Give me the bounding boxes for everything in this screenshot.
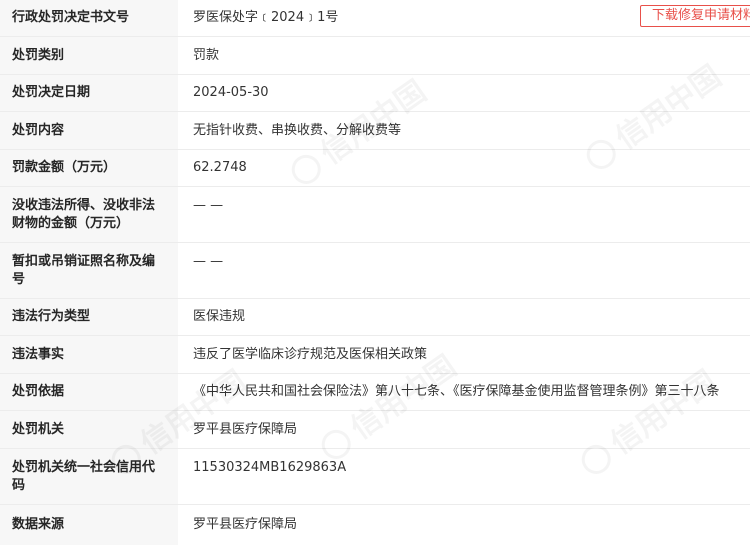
row-penalty-authority: 处罚机关 罗平县医疗保障局 [0,411,750,449]
download-repair-application-button[interactable]: 下载修复申请材料 [640,5,750,27]
row-label: 处罚机关统一社会信用代码 [0,449,178,504]
row-label: 处罚类别 [0,37,178,74]
row-label: 违法事实 [0,336,178,373]
row-value: 罗平县医疗保障局 [193,517,298,532]
row-label: 罚款金额（万元） [0,150,178,186]
row-value: — — [193,254,224,269]
row-label: 数据来源 [0,505,178,545]
row-violation-facts: 违法事实 违反了医学临床诊疗规范及医保相关政策 [0,336,750,374]
row-label: 处罚机关 [0,411,178,448]
row-value: 《中华人民共和国社会保险法》第八十七条、《医疗保障基金使用监督管理条例》第三十八… [193,384,720,399]
row-decision-number: 行政处罚决定书文号 罗医保处字﹝2024﹞1号 [0,0,750,37]
row-value: 医保违规 [193,309,246,324]
row-value: 62.2748 [193,160,247,175]
row-decision-date: 处罚决定日期 2024-05-30 [0,75,750,112]
row-license-suspension: 暂扣或吊销证照名称及编号 — — [0,243,750,299]
row-fine-amount: 罚款金额（万元） 62.2748 [0,150,750,187]
row-label: 处罚内容 [0,112,178,149]
row-penalty-content: 处罚内容 无指针收费、串换收费、分解收费等 [0,112,750,150]
row-confiscation-amount: 没收违法所得、没收非法财物的金额（万元） — — [0,187,750,243]
row-label: 没收违法所得、没收非法财物的金额（万元） [0,187,178,242]
row-value: 无指针收费、串换收费、分解收费等 [193,122,402,138]
row-value: — — [193,198,224,213]
row-penalty-category: 处罚类别 罚款 [0,37,750,75]
row-value: 罗平县医疗保障局 [193,421,298,437]
row-penalty-basis: 处罚依据 《中华人民共和国社会保险法》第八十七条、《医疗保障基金使用监督管理条例… [0,374,750,411]
row-label: 暂扣或吊销证照名称及编号 [0,243,178,298]
row-authority-credit-code: 处罚机关统一社会信用代码 11530324MB1629863A [0,449,750,505]
row-label: 行政处罚决定书文号 [0,0,178,36]
row-label: 处罚决定日期 [0,75,178,111]
row-value: 2024-05-30 [193,85,269,100]
row-value: 11530324MB1629863A [193,460,347,475]
row-label: 违法行为类型 [0,299,178,335]
row-violation-type: 违法行为类型 医保违规 [0,299,750,336]
row-data-source: 数据来源 罗平县医疗保障局 [0,505,750,545]
row-value: 罚款 [193,47,220,63]
row-value: 违反了医学临床诊疗规范及医保相关政策 [193,346,428,362]
row-label: 处罚依据 [0,374,178,410]
